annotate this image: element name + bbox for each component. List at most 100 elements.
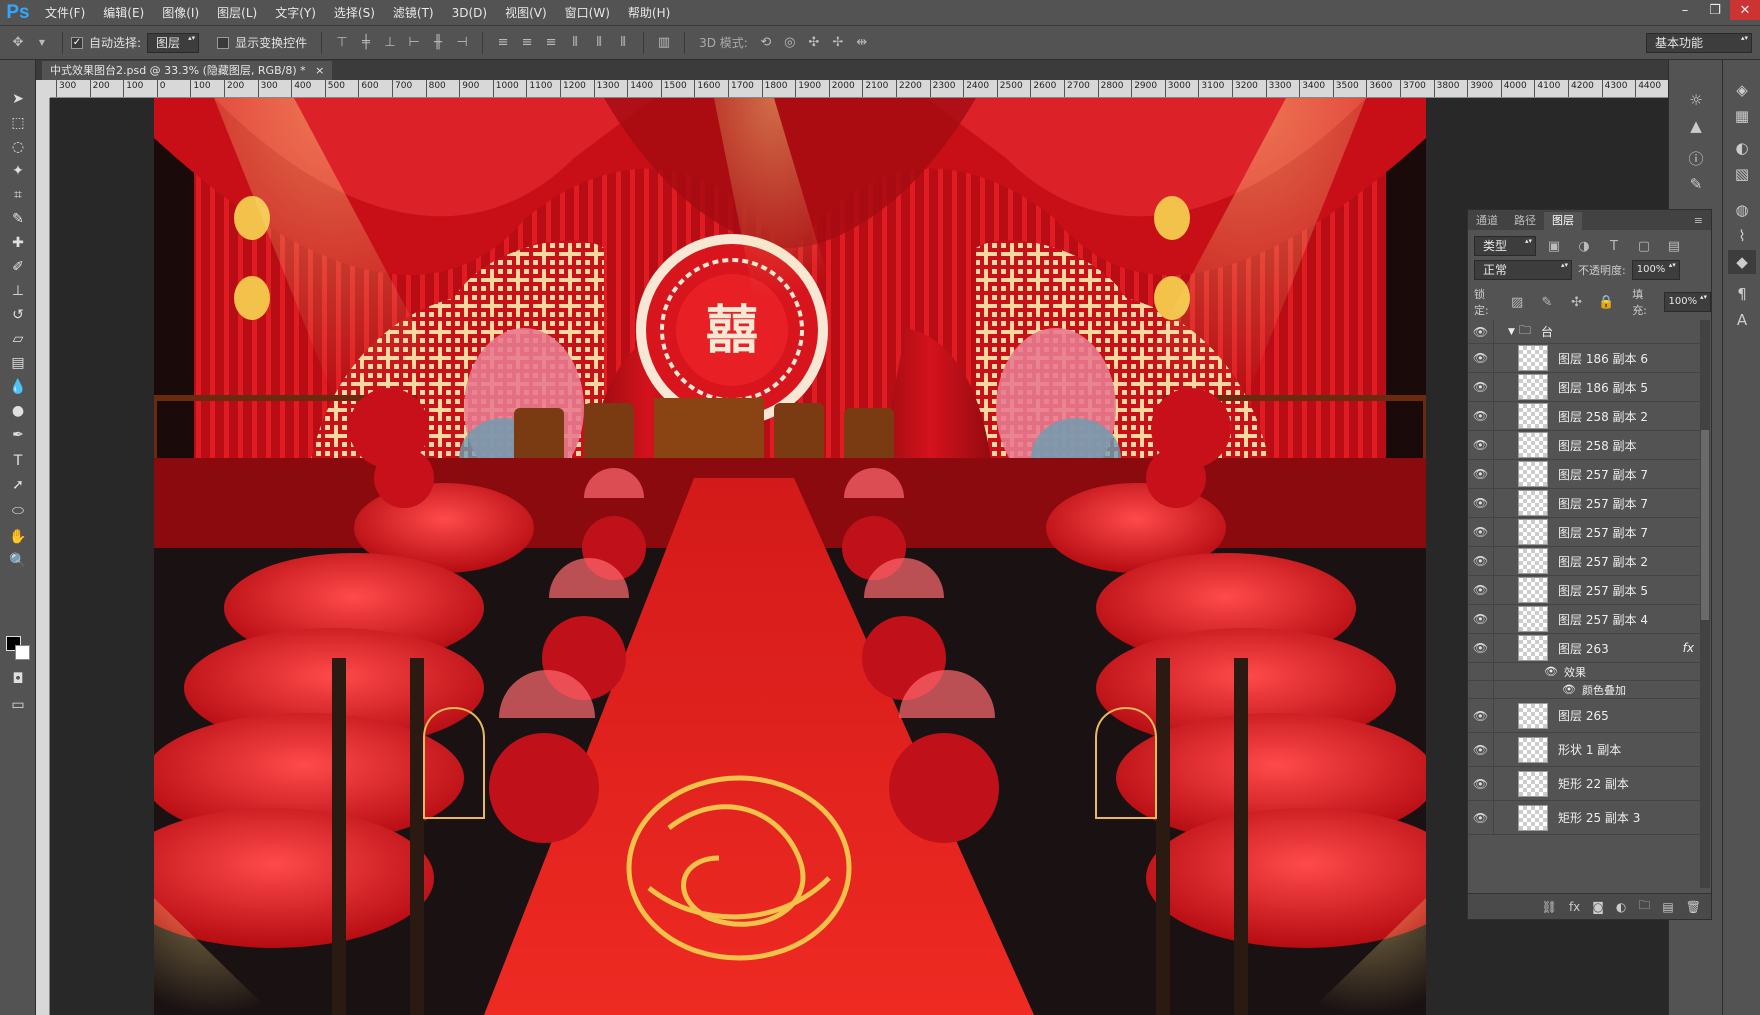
add-mask-icon[interactable]: ◙ — [1592, 900, 1604, 914]
styles-icon[interactable]: ✎ — [1682, 172, 1710, 196]
layers-scrollbar-thumb[interactable] — [1701, 430, 1709, 620]
distribute-hcenter-icon[interactable]: ⫴ — [590, 34, 608, 52]
show-transform-checkbox[interactable] — [217, 36, 230, 49]
link-layers-icon[interactable]: ⛓ — [1542, 900, 1557, 914]
hand-tool-icon[interactable]: ✋ — [6, 526, 30, 548]
layer-row[interactable]: 👁 图层 257 副本 4 — [1468, 605, 1702, 634]
marquee-tool-icon[interactable]: ⬚ — [6, 112, 30, 134]
auto-align-icon[interactable]: ▥ — [655, 34, 673, 52]
history-brush-icon[interactable]: ↺ — [6, 304, 30, 326]
menu-item-8[interactable]: 视图(V) — [496, 0, 556, 26]
distribute-top-icon[interactable]: ≡ — [494, 34, 512, 52]
move-tool-icon[interactable]: ➤ — [6, 88, 30, 110]
visibility-eye-icon[interactable]: 👁 — [1468, 402, 1494, 430]
ellipse-tool-icon[interactable]: ⬭ — [6, 500, 30, 522]
quick-mask-icon[interactable]: ◘ — [6, 668, 30, 690]
layer-row[interactable]: 👁 图层 265 — [1468, 699, 1702, 733]
workspace-dropdown[interactable]: 基本功能 — [1646, 33, 1752, 53]
panel-menu-icon[interactable]: ≡ — [1686, 212, 1711, 230]
menu-item-9[interactable]: 窗口(W) — [556, 0, 619, 26]
new-group-icon[interactable]: 🗀 — [1638, 896, 1650, 917]
distribute-left-icon[interactable]: ⫴ — [566, 34, 584, 52]
fx-indicator[interactable]: fx — [1683, 641, 1694, 655]
menu-item-2[interactable]: 图像(I) — [153, 0, 208, 26]
visibility-eye-icon[interactable]: 👁 — [1468, 431, 1494, 459]
clone-stamp-icon[interactable]: ⊥ — [6, 280, 30, 302]
layer-row[interactable]: 👁 矩形 25 副本 3 — [1468, 801, 1702, 835]
layer-row[interactable]: 👁 图层 257 副本 5 — [1468, 576, 1702, 605]
menu-item-4[interactable]: 文字(Y) — [266, 0, 325, 26]
align-hcenter-icon[interactable]: ╫ — [429, 34, 447, 52]
distribute-bottom-icon[interactable]: ≡ — [542, 34, 560, 52]
distribute-right-icon[interactable]: ⫴ — [614, 34, 632, 52]
layer-row[interactable]: 👁 图层 257 副本 7 — [1468, 489, 1702, 518]
character-icon[interactable]: A — [1728, 308, 1756, 332]
filter-type-icon[interactable]: T — [1605, 237, 1623, 255]
tab-paths[interactable]: 路径 — [1506, 212, 1544, 230]
3d-rotate-icon[interactable]: ⟲ — [757, 34, 775, 52]
menu-item-10[interactable]: 帮助(H) — [619, 0, 679, 26]
zoom-tool-icon[interactable]: 🔍 — [6, 550, 30, 572]
blur-tool-icon[interactable]: 💧 — [6, 376, 30, 398]
visibility-eye-icon[interactable]: 👁 — [1468, 518, 1494, 546]
blend-mode-dropdown[interactable]: 正常 — [1474, 260, 1572, 280]
align-left-icon[interactable]: ⊢ — [405, 34, 423, 52]
wedding-stage-image[interactable]: 囍 — [154, 98, 1426, 1015]
eyedropper-icon[interactable]: ✎ — [6, 208, 30, 230]
lock-position-icon[interactable]: ✣ — [1568, 293, 1586, 311]
layer-row[interactable]: 👁 形状 1 副本 — [1468, 733, 1702, 767]
close-icon[interactable]: ✕ — [1730, 0, 1760, 20]
minimize-icon[interactable]: – — [1670, 0, 1700, 20]
visibility-eye-icon[interactable]: 👁 — [1468, 767, 1494, 800]
layer-row[interactable]: 👁 图层 186 副本 5 — [1468, 373, 1702, 402]
visibility-eye-icon[interactable]: 👁 — [1468, 699, 1494, 732]
properties-icon[interactable]: ▦ — [1728, 104, 1756, 128]
align-vcenter-icon[interactable]: ╪ — [357, 34, 375, 52]
3d-scale-icon[interactable]: ⇹ — [853, 34, 871, 52]
menu-item-0[interactable]: 文件(F) — [36, 0, 94, 26]
crop-tool-icon[interactable]: ⌗ — [6, 184, 30, 206]
magic-wand-icon[interactable]: ✦ — [6, 160, 30, 182]
layer-row[interactable]: 👁 图层 257 副本 2 — [1468, 547, 1702, 576]
visibility-eye-icon[interactable]: 👁 — [1468, 320, 1494, 343]
visibility-eye-icon[interactable]: 👁 — [1468, 733, 1494, 766]
effect-color-overlay[interactable]: 👁 颜色叠加 — [1468, 681, 1702, 699]
lock-pixels-icon[interactable]: ✎ — [1538, 293, 1556, 311]
align-bottom-icon[interactable]: ⊥ — [381, 34, 399, 52]
filter-adjust-icon[interactable]: ◑ — [1575, 237, 1593, 255]
histogram-icon[interactable]: ▲ — [1682, 114, 1710, 138]
menu-item-3[interactable]: 图层(L) — [208, 0, 266, 26]
gradient-tool-icon[interactable]: ▤ — [6, 352, 30, 374]
ruler-origin[interactable] — [36, 80, 50, 98]
distribute-vcenter-icon[interactable]: ≡ — [518, 34, 536, 52]
swatches-icon[interactable]: ▧ — [1728, 162, 1756, 186]
menu-item-1[interactable]: 编辑(E) — [94, 0, 153, 26]
tab-channels[interactable]: 通道 — [1468, 212, 1506, 230]
effect-visibility-icon[interactable]: 👁 — [1562, 683, 1576, 696]
visibility-eye-icon[interactable]: 👁 — [1468, 605, 1494, 633]
healing-brush-icon[interactable]: ✚ — [6, 232, 30, 254]
layer-row[interactable]: 👁 图层 263 fx — [1468, 634, 1702, 663]
delete-layer-icon[interactable]: 🗑 — [1686, 900, 1701, 914]
adjustments-icon[interactable]: ☼ — [1682, 88, 1710, 112]
color-icon[interactable]: ◍ — [1728, 198, 1756, 222]
layer-row[interactable]: 👁 图层 257 副本 7 — [1468, 518, 1702, 547]
opacity-input[interactable]: 100% — [1631, 260, 1680, 280]
navigator-icon[interactable]: ◐ — [1728, 136, 1756, 160]
restore-icon[interactable]: ❐ — [1700, 0, 1730, 20]
info-icon[interactable]: ⓘ — [1682, 146, 1710, 170]
auto-select-checkbox[interactable]: ✓ — [71, 36, 83, 49]
menu-item-5[interactable]: 选择(S) — [325, 0, 384, 26]
new-layer-icon[interactable]: ▤ — [1662, 900, 1673, 914]
visibility-eye-icon[interactable]: 👁 — [1468, 801, 1494, 834]
document-tab[interactable]: 中式效果图台2.psd @ 33.3% (隐藏图层, RGB/8) * × — [42, 61, 333, 80]
visibility-eye-icon[interactable]: 👁 — [1468, 576, 1494, 604]
eraser-tool-icon[interactable]: ▱ — [6, 328, 30, 350]
paths-icon[interactable]: ⌇ — [1728, 224, 1756, 248]
brush-tool-icon[interactable]: ✐ — [6, 256, 30, 278]
vertical-ruler[interactable] — [36, 98, 50, 1015]
screen-mode-icon[interactable]: ▭ — [6, 694, 30, 716]
3d-icon[interactable]: ◈ — [1728, 78, 1756, 102]
lock-all-icon[interactable]: 🔒 — [1597, 293, 1615, 311]
filter-kind-dropdown[interactable]: 类型 — [1474, 236, 1536, 256]
